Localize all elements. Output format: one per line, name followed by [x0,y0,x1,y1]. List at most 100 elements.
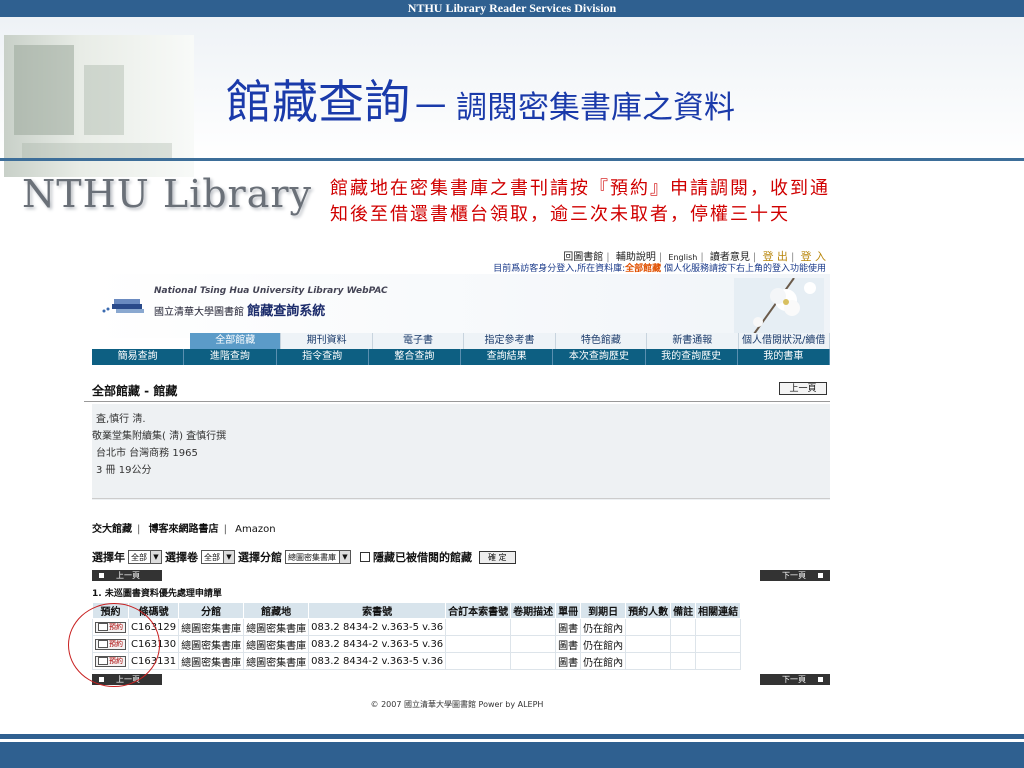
tab-special[interactable]: 特色館藏 [556,333,648,349]
subnav-results[interactable]: 查詢結果 [461,349,554,365]
instruction-note: 館藏地在密集書庫之書刊請按『預約』申請調閱，收到通 知後至借還書櫃台領取，逾三次… [330,176,1010,228]
location-cell: 總圖密集書庫 [243,618,310,636]
status-cell: 仍在館內 [580,652,627,670]
priority-request-text: 1. 未巡圖書資料優先處理申請單 [92,589,222,599]
highlight-circle [68,603,160,687]
bib-extent: 3 冊 19公分 [96,465,152,476]
current-database: 全部館藏 [625,264,662,274]
instruction-note-line: 館藏地在密集書庫之書刊請按『預約』申請調閱，收到通 [330,178,830,199]
status-cell: 仍在館內 [580,618,627,636]
tab-new-books[interactable]: 新書通報 [647,333,739,349]
col-note: 備註 [670,602,697,619]
opac-logo-english: National Tsing Hua University Library We… [154,286,388,296]
col-volume: 卷期描述 [510,602,557,619]
subnav-my-cart[interactable]: 我的書車 [738,349,830,365]
title-divider [0,158,1024,161]
search-subnav: 簡易查詢 進階查詢 指令查詢 整合查詢 查詢結果 本次查詢歷史 我的查詢歷史 我… [92,349,830,365]
branch-select-label: 選擇分館 [238,551,282,564]
arrow-right-icon [818,573,823,578]
table-header-row: 預約 條碼號 分館 館藏地 索書號 合訂本索書號 卷期描述 單冊 到期日 預約人… [92,602,742,619]
location-cell: 總圖密集書庫 [243,652,310,670]
tab-reserves[interactable]: 指定參考書 [464,333,556,349]
branch-select[interactable]: 總圖密集書庫 ▼ [285,550,351,564]
prev-page-button[interactable]: 上一頁 [92,570,162,581]
slide-title-main: 館藏查詢 [226,75,410,129]
confirm-button[interactable]: 確 定 [479,550,516,564]
volume-select-label: 選擇卷 [165,551,198,564]
bib-author: 査,慎行 淸. [96,414,146,425]
slide-header: NTHU Library Reader Services Division [0,0,1024,17]
hide-borrowed-checkbox[interactable] [360,552,370,562]
bib-title: 敬業堂集附續集( 淸) 査慎行撰 [92,431,227,442]
next-page-button[interactable]: 下一頁 [760,674,830,685]
item-type-cell: 圖書 [555,652,582,670]
year-select-value: 全部 [131,552,147,562]
subnav-simple-search[interactable]: 簡易查詢 [92,349,185,365]
opac-tabs: 全部館藏 期刊資料 電子書 指定參考書 特色館藏 新書通報 個人借閱狀況/續借 [190,333,830,349]
prev-page-button[interactable]: 上一頁 [779,382,827,395]
subnav-session-history[interactable]: 本次查詢歷史 [553,349,646,365]
next-page-button[interactable]: 下一頁 [760,570,830,581]
bound-call-number-cell [445,652,512,670]
next-page-label: 下一頁 [782,571,806,580]
volume-cell [510,652,557,670]
item-type-cell: 圖書 [555,635,582,653]
opac-logo-chinese: 國立清華大學圖書館 館藏查詢系統 [154,300,325,319]
subnav-integrated-search[interactable]: 整合查詢 [369,349,461,365]
links-cell [695,652,742,670]
instruction-note-line: 知後至借還書櫃台領取，逾三次未取者，停權三十天 [330,204,790,225]
link-amazon[interactable]: Amazon [235,524,275,535]
divider [92,498,830,499]
chevron-down-icon: ▼ [223,551,234,563]
link-books-com[interactable]: 博客來網路書店 [149,524,219,535]
table-row: 預約 C163129 總圖密集書庫 總圖密集書庫 083.2 8434-2 v.… [92,618,742,636]
note-cell [670,635,697,653]
note-cell [670,652,697,670]
col-due-date: 到期日 [580,602,627,619]
links-cell [695,618,742,636]
holds-cell [625,652,672,670]
section-title: 全部館藏 - 館藏 [92,384,178,398]
blossom-icon [734,278,824,334]
subnav-command-search[interactable]: 指令查詢 [277,349,369,365]
bib-imprint: 台北市 台灣商務 1965 [96,448,198,459]
col-bound-call-number: 合訂本索書號 [445,602,512,619]
call-number-cell: 083.2 8434-2 v.363-5 v.36 [308,635,447,653]
prev-page-label: 上一頁 [116,571,140,580]
subnav-advanced-search[interactable]: 進階查詢 [184,349,277,365]
chevron-down-icon: ▼ [150,551,161,563]
tab-periodicals[interactable]: 期刊資料 [281,333,373,349]
volume-select-value: 全部 [204,552,220,562]
login-status-note: 目前爲訪客身分登入,所在資料庫:全部館藏 個人化服務請按下右上角的登入功能使用 [493,261,826,274]
external-links: 交大館藏 | 博客來網路書店 | Amazon [92,524,276,535]
links-cell [695,635,742,653]
link-nctu-holdings[interactable]: 交大館藏 [92,524,132,535]
opac-logo-library-name: 國立清華大學圖書館 [154,307,248,318]
col-item-type: 單冊 [555,602,582,619]
holds-cell [625,618,672,636]
item-type-cell: 圖書 [555,618,582,636]
tab-my-account[interactable]: 個人借閱狀況/續借 [739,333,830,349]
volume-select[interactable]: 全部 ▼ [201,550,235,564]
branch-cell: 總圖密集書庫 [178,635,245,653]
year-select-label: 選擇年 [92,551,125,564]
col-links: 相關連結 [695,602,742,619]
col-location: 館藏地 [243,602,310,619]
holdings-table: 預約 條碼號 分館 館藏地 索書號 合訂本索書號 卷期描述 單冊 到期日 預約人… [92,602,742,670]
tab-all-collections[interactable]: 全部館藏 [190,333,282,349]
arrow-right-icon [818,677,823,682]
col-call-number: 索書號 [308,602,447,619]
note-cell [670,618,697,636]
bottom-stripe [0,742,1024,768]
table-row: 預約 C163130 總圖密集書庫 總圖密集書庫 083.2 8434-2 v.… [92,635,742,653]
login-status-text: 個人化服務請按下右上角的登入功能使用 [661,264,826,274]
subnav-my-history[interactable]: 我的查詢歷史 [646,349,738,365]
tab-ebooks[interactable]: 電子書 [373,333,465,349]
arrow-left-icon [99,573,104,578]
hide-borrowed-label: 隱藏已被借閱的館藏 [373,551,472,564]
year-select[interactable]: 全部 ▼ [128,550,162,564]
col-holds: 預約人數 [625,602,672,619]
branch-cell: 總圖密集書庫 [178,652,245,670]
divider [84,401,830,402]
opac-header: National Tsing Hua University Library We… [92,274,830,338]
